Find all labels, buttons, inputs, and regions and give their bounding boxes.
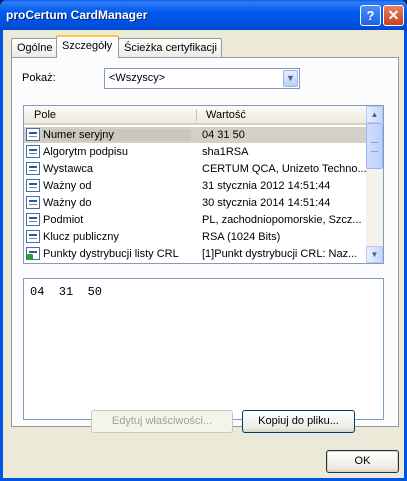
show-select-value: <Wszyscy> — [109, 72, 166, 84]
field-value: [1]Punkt dystrybucji CRL: Naz... — [202, 248, 358, 260]
help-button[interactable]: ? — [360, 5, 381, 26]
show-label: Pokaż: — [22, 72, 56, 84]
field-value: RSA (1024 Bits) — [202, 231, 281, 243]
copy-to-file-button[interactable]: Kopiuj do pliku... — [242, 410, 355, 433]
field-icon — [26, 196, 40, 209]
field-value: CERTUM QCA, Unizeto Techno... — [202, 163, 366, 175]
table-row[interactable]: Podmiot PL, zachodniopomorskie, Szcz... — [24, 212, 368, 228]
column-header-value[interactable]: Wartość — [206, 109, 246, 121]
field-value: 04 31 50 — [202, 129, 245, 141]
tab-general[interactable]: Ogólne — [11, 38, 57, 57]
field-icon — [26, 230, 40, 243]
value-detail-box[interactable]: 04 31 50 — [23, 278, 384, 420]
list-scrollbar[interactable]: ▲ ▼ — [366, 106, 383, 263]
column-divider[interactable] — [196, 109, 197, 121]
field-name: Punkty dystrybucji listy CRL — [43, 248, 179, 260]
ok-button[interactable]: OK — [326, 450, 399, 473]
field-value: sha1RSA — [202, 146, 249, 158]
tab-details[interactable]: Szczegóły — [56, 35, 119, 58]
field-icon — [26, 162, 40, 175]
show-select[interactable]: <Wszyscy> ▼ — [104, 68, 300, 89]
scroll-thumb[interactable] — [366, 123, 383, 169]
table-row[interactable]: Algorytm podpisu sha1RSA — [24, 144, 368, 160]
field-value: PL, zachodniopomorskie, Szcz... — [202, 214, 362, 226]
field-name: Klucz publiczny — [43, 231, 119, 243]
window-title: proCertum CardManager — [6, 8, 148, 22]
table-row[interactable]: Klucz publiczny RSA (1024 Bits) — [24, 229, 368, 245]
field-name: Podmiot — [43, 214, 84, 226]
field-name: Ważny od — [43, 180, 92, 192]
field-icon — [26, 179, 40, 192]
field-icon — [26, 145, 40, 158]
title-bar[interactable]: proCertum CardManager ? ✕ — [0, 0, 407, 30]
list-header: Pole Wartość — [24, 106, 368, 125]
scroll-down-button[interactable]: ▼ — [366, 246, 383, 263]
tab-certification-path[interactable]: Ścieżka certyfikacji — [118, 38, 222, 57]
value-detail-text: 04 31 50 — [30, 285, 103, 299]
field-name: Ważny do — [43, 197, 92, 209]
edit-properties-button[interactable]: Edytuj właściwości... — [91, 410, 233, 433]
field-name: Numer seryjny — [42, 129, 191, 141]
field-value: 31 stycznia 2012 14:51:44 — [202, 180, 331, 192]
field-value: 30 stycznia 2014 14:51:44 — [202, 197, 331, 209]
table-row[interactable]: Punkty dystrybucji listy CRL [1]Punkt dy… — [24, 246, 368, 262]
dialog-body: Ogólne Szczegóły Ścieżka certyfikacji Po… — [3, 30, 404, 478]
chevron-down-icon[interactable]: ▼ — [283, 70, 298, 87]
field-name: Algorytm podpisu — [43, 146, 128, 158]
field-icon — [26, 128, 40, 141]
scroll-up-button[interactable]: ▲ — [366, 106, 383, 123]
fields-list[interactable]: Pole Wartość Numer seryjny 04 31 50 Algo… — [23, 105, 384, 264]
table-row[interactable]: Numer seryjny 04 31 50 — [24, 127, 368, 143]
column-header-field[interactable]: Pole — [34, 109, 56, 121]
close-button[interactable]: ✕ — [383, 5, 404, 26]
field-name: Wystawca — [43, 163, 94, 175]
table-row[interactable]: Wystawca CERTUM QCA, Unizeto Techno... — [24, 161, 368, 177]
field-icon — [26, 213, 40, 226]
dialog-window: proCertum CardManager ? ✕ Ogólne Szczegó… — [0, 0, 407, 481]
table-row[interactable]: Ważny do 30 stycznia 2014 14:51:44 — [24, 195, 368, 211]
extension-icon — [26, 247, 40, 260]
table-row[interactable]: Ważny od 31 stycznia 2012 14:51:44 — [24, 178, 368, 194]
